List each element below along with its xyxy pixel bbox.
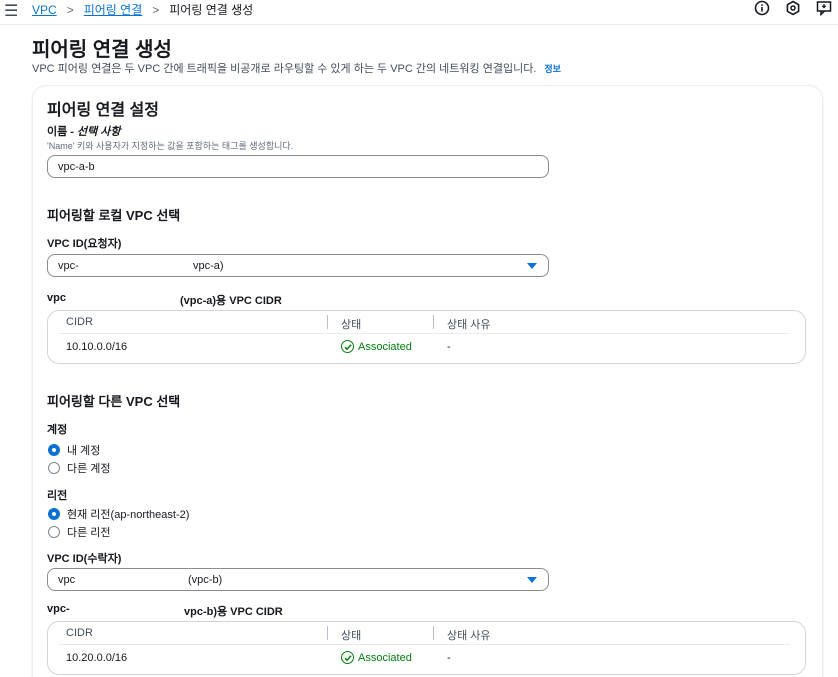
hexagon-settings-icon[interactable]: [785, 0, 801, 16]
table-cell-cidr: 10.10.0.0/16: [66, 341, 128, 353]
table-header-status: 상태: [341, 319, 362, 331]
accepter-vpc-id-label: VPC ID(수락자): [47, 553, 122, 565]
accepter-cidr-title-prefix: vpc-: [47, 603, 70, 615]
region-option-label: 다른 리전: [67, 527, 111, 539]
table-header-cidr: CIDR: [66, 627, 93, 639]
column-divider: [327, 626, 328, 640]
local-vpc-section-title: 피어링할 로컬 VPC 선택: [47, 208, 181, 223]
feedback-icon[interactable]: [816, 0, 832, 16]
region-label: 리전: [47, 490, 68, 502]
status-badge: Associated: [341, 340, 412, 353]
page-description: VPC 피어링 연결은 두 VPC 간에 트래픽을 비공개로 라우팅할 수 있게…: [32, 60, 561, 76]
menu-icon[interactable]: ☰: [4, 1, 18, 21]
account-label: 계정: [47, 424, 68, 436]
table-cell-reason: -: [447, 652, 451, 664]
accepter-cidr-title-suffix: vpc-b)용 VPC CIDR: [184, 606, 283, 618]
page-description-text: VPC 피어링 연결은 두 VPC 간에 트래픽을 비공개로 라우팅할 수 있게…: [32, 63, 537, 75]
caret-down-icon: [527, 577, 537, 583]
status-text: Associated: [358, 651, 412, 664]
breadcrumb-current: 피어링 연결 생성: [169, 3, 254, 17]
table-header-cidr: CIDR: [66, 316, 93, 328]
requester-cidr-table: [47, 310, 806, 364]
breadcrumb-separator: >: [152, 2, 160, 17]
name-input[interactable]: vpc-a-b: [47, 155, 549, 178]
requester-vpc-select[interactable]: vpc- vpc-a): [47, 254, 549, 277]
column-divider: [327, 315, 328, 329]
breadcrumb-separator: >: [66, 2, 74, 17]
name-label-text: 이름 -: [47, 126, 78, 138]
column-divider: [433, 315, 434, 329]
requester-cidr-title-prefix: vpc: [47, 292, 66, 304]
page-title: 피어링 연결 생성: [32, 39, 172, 61]
top-bar: ☰ VPC > 피어링 연결 > 피어링 연결 생성: [0, 0, 838, 25]
region-option-current[interactable]: 현재 리전(ap-northeast-2): [48, 506, 189, 522]
radio-unchecked-icon[interactable]: [48, 526, 60, 538]
account-option-label: 내 계정: [67, 445, 101, 457]
table-header-status-reason: 상태 사유: [447, 630, 491, 642]
status-text: Associated: [358, 340, 412, 353]
table-header-status: 상태: [341, 630, 362, 642]
breadcrumb: VPC > 피어링 연결 > 피어링 연결 생성: [32, 1, 253, 18]
account-option-other[interactable]: 다른 계정: [48, 460, 111, 476]
accepter-vpc-select-suffix: (vpc-b): [188, 574, 223, 586]
name-hint: 'Name' 키와 사용자가 지정하는 값을 포함하는 태그를 생성합니다.: [47, 141, 294, 151]
region-option-other[interactable]: 다른 리전: [48, 524, 111, 540]
name-input-value: vpc-a-b: [58, 160, 95, 173]
caret-down-icon: [527, 263, 537, 269]
requester-vpc-id-label: VPC ID(요청자): [47, 238, 122, 250]
table-cell-cidr: 10.20.0.0/16: [66, 652, 128, 664]
accepter-vpc-select-prefix: vpc: [58, 574, 76, 586]
info-link[interactable]: 정보: [544, 64, 561, 74]
radio-checked-icon[interactable]: [48, 444, 60, 456]
breadcrumb-peering-link[interactable]: 피어링 연결: [84, 1, 143, 18]
info-circle-icon[interactable]: [754, 0, 770, 16]
account-option-label: 다른 계정: [67, 463, 111, 475]
column-divider: [433, 626, 434, 640]
accepter-vpc-select[interactable]: vpc (vpc-b): [47, 568, 549, 591]
other-vpc-section-title: 피어링할 다른 VPC 선택: [47, 394, 181, 409]
status-badge: Associated: [341, 651, 412, 664]
name-label-optional: 선택 사항: [77, 126, 121, 138]
breadcrumb-vpc-link[interactable]: VPC: [32, 3, 57, 17]
requester-vpc-select-suffix: vpc-a): [193, 260, 224, 272]
check-circle-icon: [341, 340, 354, 353]
card-title: 피어링 연결 설정: [47, 102, 159, 119]
radio-unchecked-icon[interactable]: [48, 462, 60, 474]
header-divider: [59, 333, 790, 334]
requester-cidr-title-suffix: (vpc-a)용 VPC CIDR: [180, 295, 282, 307]
requester-vpc-select-prefix: vpc-: [58, 260, 79, 272]
region-option-label: 현재 리전(ap-northeast-2): [67, 509, 190, 521]
header-divider: [59, 644, 790, 645]
account-option-mine[interactable]: 내 계정: [48, 442, 100, 458]
table-header-status-reason: 상태 사유: [447, 319, 491, 331]
accepter-cidr-table: [47, 621, 806, 675]
check-circle-icon: [341, 651, 354, 664]
name-label: 이름 - 선택 사항: [47, 123, 121, 139]
radio-checked-icon[interactable]: [48, 508, 60, 520]
table-cell-reason: -: [447, 341, 451, 353]
